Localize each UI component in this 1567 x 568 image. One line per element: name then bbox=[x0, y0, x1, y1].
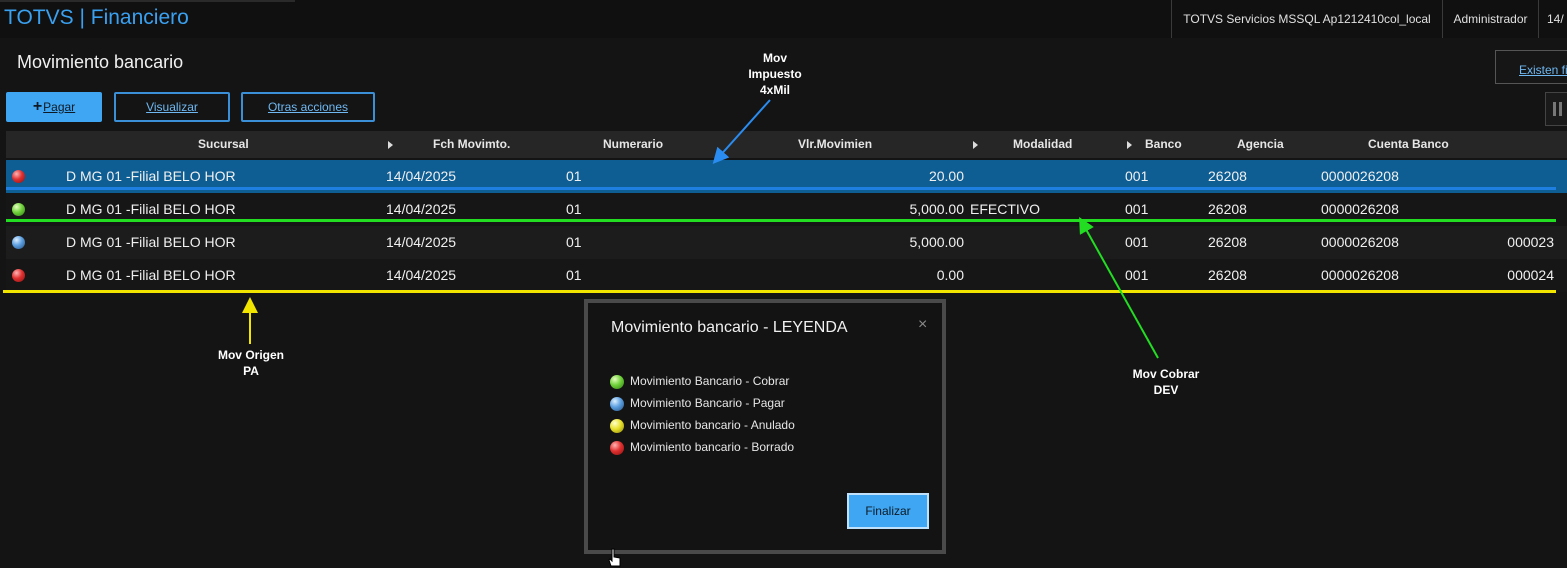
status-blue-icon bbox=[12, 236, 25, 249]
user-name[interactable]: Administrador bbox=[1442, 0, 1538, 38]
otras-acciones-button[interactable]: Otras acciones bbox=[241, 92, 375, 122]
annotation-line: PA bbox=[243, 364, 259, 378]
filter-link[interactable]: Existen fi bbox=[1519, 63, 1567, 77]
otras-acciones-label: Otras acciones bbox=[267, 100, 349, 114]
date-info: 14/ bbox=[1538, 0, 1567, 38]
blue-underline bbox=[6, 187, 1556, 190]
cell-fecha: 14/04/2025 bbox=[386, 234, 457, 250]
cell-numerario: 01 bbox=[566, 234, 582, 250]
cell-banco: 001 bbox=[1125, 234, 1149, 250]
pagar-label: Pagar bbox=[43, 100, 76, 114]
visualizar-button[interactable]: Visualizar bbox=[114, 92, 230, 122]
cell-extra: 000024 bbox=[1507, 267, 1554, 283]
annotation-origen: Mov Origen PA bbox=[200, 347, 302, 379]
bar-icon-part bbox=[1553, 102, 1556, 116]
col-header-cuenta[interactable]: Cuenta Banco bbox=[1368, 131, 1449, 158]
cell-valor: 0.00 bbox=[936, 267, 964, 283]
cell-banco: 001 bbox=[1125, 267, 1149, 283]
status-red-icon bbox=[610, 441, 624, 455]
annotation-line: Impuesto bbox=[748, 67, 802, 81]
legend-label: Movimiento bancario - Borrado bbox=[630, 440, 795, 454]
top-bar: TOTVS | Financiero TOTVS Servicios MSSQL… bbox=[0, 0, 1567, 38]
cell-extra: 000023 bbox=[1507, 234, 1554, 250]
col-header-sucursal[interactable]: Sucursal bbox=[198, 131, 249, 158]
app-title: TOTVS | Financiero bbox=[4, 6, 189, 29]
legend-dialog: Movimiento bancario - LEYENDA × Movimien… bbox=[584, 299, 946, 554]
annotation-cobrar: Mov Cobrar DEV bbox=[1115, 366, 1217, 398]
status-blue-icon bbox=[610, 397, 624, 411]
bar-icon-part bbox=[1559, 102, 1562, 116]
legend-label: Movimiento Bancario - Cobrar bbox=[630, 374, 790, 388]
cell-cuenta: 0000026208 bbox=[1321, 234, 1399, 250]
page-title: Movimiento bancario bbox=[17, 52, 184, 72]
col-header-fecha[interactable]: Fch Movimto. bbox=[433, 131, 510, 158]
cell-numerario: 01 bbox=[566, 267, 582, 283]
hand-cursor-icon bbox=[608, 548, 621, 567]
cell-sucursal: D MG 01 -Filial BELO HOR bbox=[66, 267, 236, 283]
sort-arrow-icon[interactable] bbox=[1127, 141, 1132, 149]
finalizar-button[interactable]: Finalizar bbox=[847, 493, 929, 529]
cell-cuenta: 0000026208 bbox=[1321, 267, 1399, 283]
sort-arrow-icon[interactable] bbox=[973, 141, 978, 149]
sort-arrow-icon[interactable] bbox=[388, 141, 393, 149]
annotation-line: Mov Origen bbox=[217, 348, 284, 362]
status-green-icon bbox=[12, 203, 25, 216]
cell-sucursal: D MG 01 -Filial BELO HOR bbox=[66, 234, 236, 250]
visualizar-label: Visualizar bbox=[146, 100, 198, 114]
cell-fecha: 14/04/2025 bbox=[386, 267, 457, 283]
annotation-line: 4xMil bbox=[759, 83, 790, 97]
status-red-icon bbox=[12, 170, 25, 183]
col-header-agencia[interactable]: Agencia bbox=[1237, 131, 1284, 158]
pagar-button[interactable]: + Pagar bbox=[6, 92, 102, 122]
column-config-icon[interactable] bbox=[1545, 92, 1567, 126]
col-header-valor[interactable]: Vlr.Movimien bbox=[798, 131, 872, 158]
cell-agencia: 26208 bbox=[1208, 267, 1247, 283]
legend-label: Movimiento bancario - Anulado bbox=[630, 418, 795, 432]
top-right-info: TOTVS Servicios MSSQL Ap1212410col_local… bbox=[1171, 0, 1567, 38]
status-green-icon bbox=[610, 375, 624, 389]
status-yellow-icon bbox=[610, 419, 624, 433]
col-header-banco[interactable]: Banco bbox=[1145, 131, 1182, 158]
close-icon[interactable]: × bbox=[918, 316, 927, 334]
plus-icon: + bbox=[32, 98, 43, 115]
server-info: TOTVS Servicios MSSQL Ap1212410col_local bbox=[1171, 0, 1442, 38]
green-underline bbox=[6, 219, 1556, 222]
table-row[interactable]: D MG 01 -Filial BELO HOR 14/04/2025 01 0… bbox=[6, 259, 1567, 292]
legend-label: Movimiento Bancario - Pagar bbox=[630, 396, 785, 410]
annotation-line: Mov Cobrar bbox=[1132, 367, 1200, 381]
yellow-underline bbox=[3, 290, 1556, 293]
annotation-line: Mov bbox=[763, 51, 787, 65]
status-red-icon bbox=[12, 269, 25, 282]
table-row[interactable]: D MG 01 -Filial BELO HOR 14/04/2025 01 5… bbox=[6, 226, 1567, 259]
annotation-impuesto: Mov Impuesto 4xMil bbox=[735, 50, 815, 98]
annotation-line: DEV bbox=[1153, 383, 1179, 397]
col-header-modalidad[interactable]: Modalidad bbox=[1013, 131, 1072, 158]
grid-header: Sucursal Fch Movimto. Numerario Vlr.Movi… bbox=[6, 131, 1567, 158]
cell-agencia: 26208 bbox=[1208, 234, 1247, 250]
top-strip bbox=[0, 0, 295, 2]
cell-valor: 5,000.00 bbox=[909, 234, 965, 250]
legend-title: Movimiento bancario - LEYENDA bbox=[611, 319, 848, 336]
col-header-numerario[interactable]: Numerario bbox=[603, 131, 663, 158]
